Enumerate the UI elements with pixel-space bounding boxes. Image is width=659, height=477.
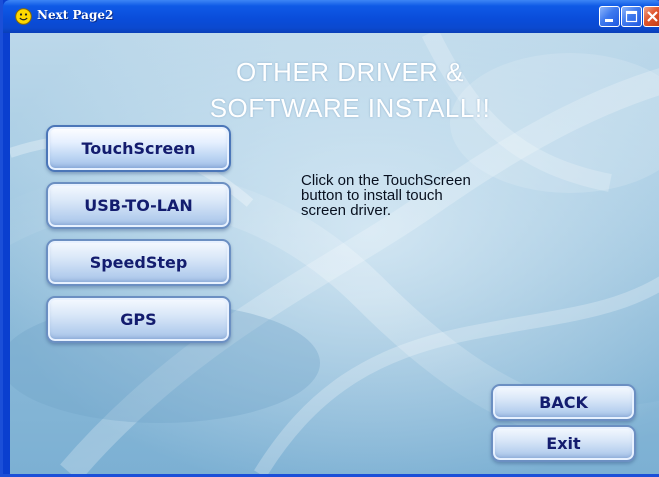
close-button[interactable]: [643, 6, 659, 27]
close-icon: [647, 11, 658, 22]
minimize-button[interactable]: [599, 6, 620, 27]
description-line-3: screen driver.: [301, 202, 392, 219]
exit-button[interactable]: Exit: [491, 425, 636, 462]
touchscreen-button[interactable]: TouchScreen: [46, 125, 231, 172]
heading-line-2: SOFTWARE INSTALL!!: [209, 93, 491, 123]
description-line-2: button to install touch: [301, 187, 443, 204]
title-bar[interactable]: Next Page2: [3, 0, 659, 33]
description-text: Click on the TouchScreen button to insta…: [301, 173, 551, 218]
maximize-button[interactable]: [621, 6, 642, 27]
heading-line-1: OTHER DRIVER &: [235, 57, 465, 87]
speedstep-button[interactable]: SpeedStep: [46, 239, 231, 286]
app-window: Next Page2 OTHER DRIVER & SOFTWARE INSTA…: [0, 0, 659, 477]
back-button[interactable]: BACK: [491, 384, 636, 421]
gps-button[interactable]: GPS: [46, 296, 231, 343]
minimize-icon: [605, 19, 613, 22]
usb-to-lan-button[interactable]: USB-TO-LAN: [46, 182, 231, 229]
window-title: Next Page2: [37, 8, 114, 22]
maximize-icon: [625, 10, 638, 23]
client-area: OTHER DRIVER & SOFTWARE INSTALL!! TouchS…: [10, 33, 659, 474]
smiley-icon: [15, 8, 32, 25]
description-line-1: Click on the TouchScreen: [301, 172, 471, 189]
